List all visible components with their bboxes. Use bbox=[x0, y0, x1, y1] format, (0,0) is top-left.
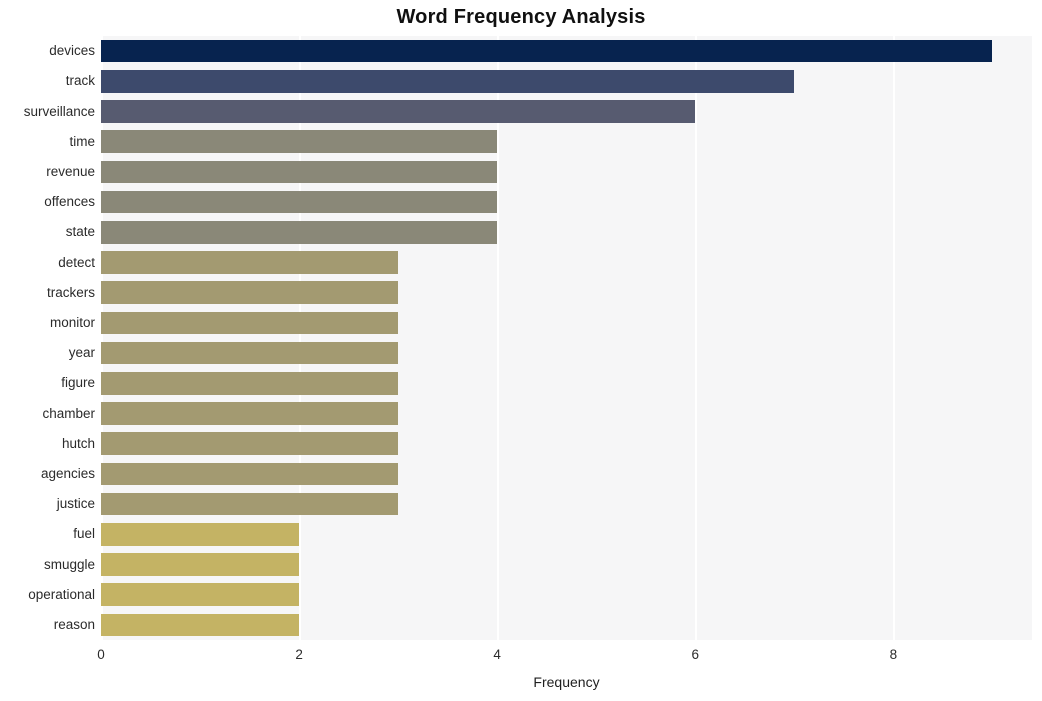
y-axis-tick-labels: devices track surveillance time revenue offen… bbox=[0, 36, 95, 640]
bar-row bbox=[101, 251, 1032, 274]
y-tick-label-offences: offences bbox=[44, 194, 95, 210]
y-tick-label-time: time bbox=[69, 133, 95, 149]
bar-series bbox=[101, 36, 1032, 640]
x-tick-label-4: 4 bbox=[493, 647, 501, 662]
bar-monitor bbox=[101, 311, 399, 335]
y-tick-label-devices: devices bbox=[49, 43, 95, 59]
bar-state bbox=[101, 221, 498, 244]
bar-hutch bbox=[101, 432, 399, 455]
y-tick-label-agencies: agencies bbox=[40, 465, 95, 481]
bar-row bbox=[101, 70, 1032, 93]
y-tick-label-fuel: fuel bbox=[73, 526, 95, 542]
x-axis-tick-labels: 0 2 4 6 8 bbox=[97, 640, 1032, 670]
y-tick-label-surveillance: surveillance bbox=[23, 103, 95, 119]
y-tick-label-monitor: monitor bbox=[49, 314, 95, 330]
bar-row bbox=[101, 130, 1032, 153]
y-tick-label-trackers: trackers bbox=[46, 284, 95, 300]
bar-row bbox=[101, 402, 1032, 425]
bar-detect bbox=[101, 251, 399, 274]
bar-row bbox=[101, 39, 1032, 63]
bar-track bbox=[101, 70, 795, 93]
y-tick-label-detect: detect bbox=[58, 254, 95, 270]
bar-row bbox=[101, 523, 1032, 546]
bar-surveillance bbox=[101, 100, 696, 123]
bar-reason bbox=[101, 613, 300, 637]
bar-devices bbox=[101, 39, 993, 63]
x-tick-label-8: 8 bbox=[889, 647, 898, 662]
y-tick-label-year: year bbox=[68, 345, 95, 361]
bar-justice bbox=[101, 492, 399, 516]
y-tick-label-reason: reason bbox=[53, 616, 95, 632]
bar-revenue bbox=[101, 160, 498, 184]
bar-row bbox=[101, 221, 1032, 244]
word-frequency-chart: Word Frequency Analysis devices track surv… bbox=[0, 0, 1042, 701]
bar-figure bbox=[101, 372, 399, 395]
bar-operational bbox=[101, 583, 300, 606]
x-axis-label: Frequency bbox=[533, 674, 600, 690]
y-tick-label-state: state bbox=[65, 224, 95, 240]
y-tick-label-hutch: hutch bbox=[61, 435, 95, 451]
y-tick-label-justice: justice bbox=[56, 496, 95, 512]
bar-row bbox=[101, 311, 1032, 335]
bar-row bbox=[101, 372, 1032, 395]
bar-agencies bbox=[101, 462, 399, 486]
bar-fuel bbox=[101, 523, 300, 546]
plot-area bbox=[101, 36, 1032, 640]
bar-row bbox=[101, 613, 1032, 637]
bar-chamber bbox=[101, 402, 399, 425]
x-tick-label-0: 0 bbox=[97, 647, 105, 662]
y-tick-label-operational: operational bbox=[28, 586, 95, 602]
bar-trackers bbox=[101, 281, 399, 304]
x-tick-label-6: 6 bbox=[691, 647, 700, 662]
bar-row bbox=[101, 281, 1032, 304]
y-tick-label-chamber: chamber bbox=[42, 405, 95, 421]
bar-row bbox=[101, 583, 1032, 606]
bar-smuggle bbox=[101, 553, 300, 576]
chart-title: Word Frequency Analysis bbox=[396, 6, 646, 28]
bar-row bbox=[101, 160, 1032, 184]
y-tick-label-revenue: revenue bbox=[46, 163, 95, 179]
y-tick-label-track: track bbox=[65, 73, 95, 89]
bar-row bbox=[101, 190, 1032, 214]
bar-row bbox=[101, 462, 1032, 486]
bar-time bbox=[101, 130, 498, 153]
y-tick-label-smuggle: smuggle bbox=[43, 556, 95, 572]
bar-row bbox=[101, 432, 1032, 455]
bar-offences bbox=[101, 190, 498, 214]
bar-row bbox=[101, 341, 1032, 365]
x-tick-label-2: 2 bbox=[295, 647, 303, 662]
bar-row bbox=[101, 492, 1032, 516]
bar-row bbox=[101, 553, 1032, 576]
bar-year bbox=[101, 341, 399, 365]
bar-row bbox=[101, 100, 1032, 123]
y-tick-label-figure: figure bbox=[61, 375, 95, 391]
